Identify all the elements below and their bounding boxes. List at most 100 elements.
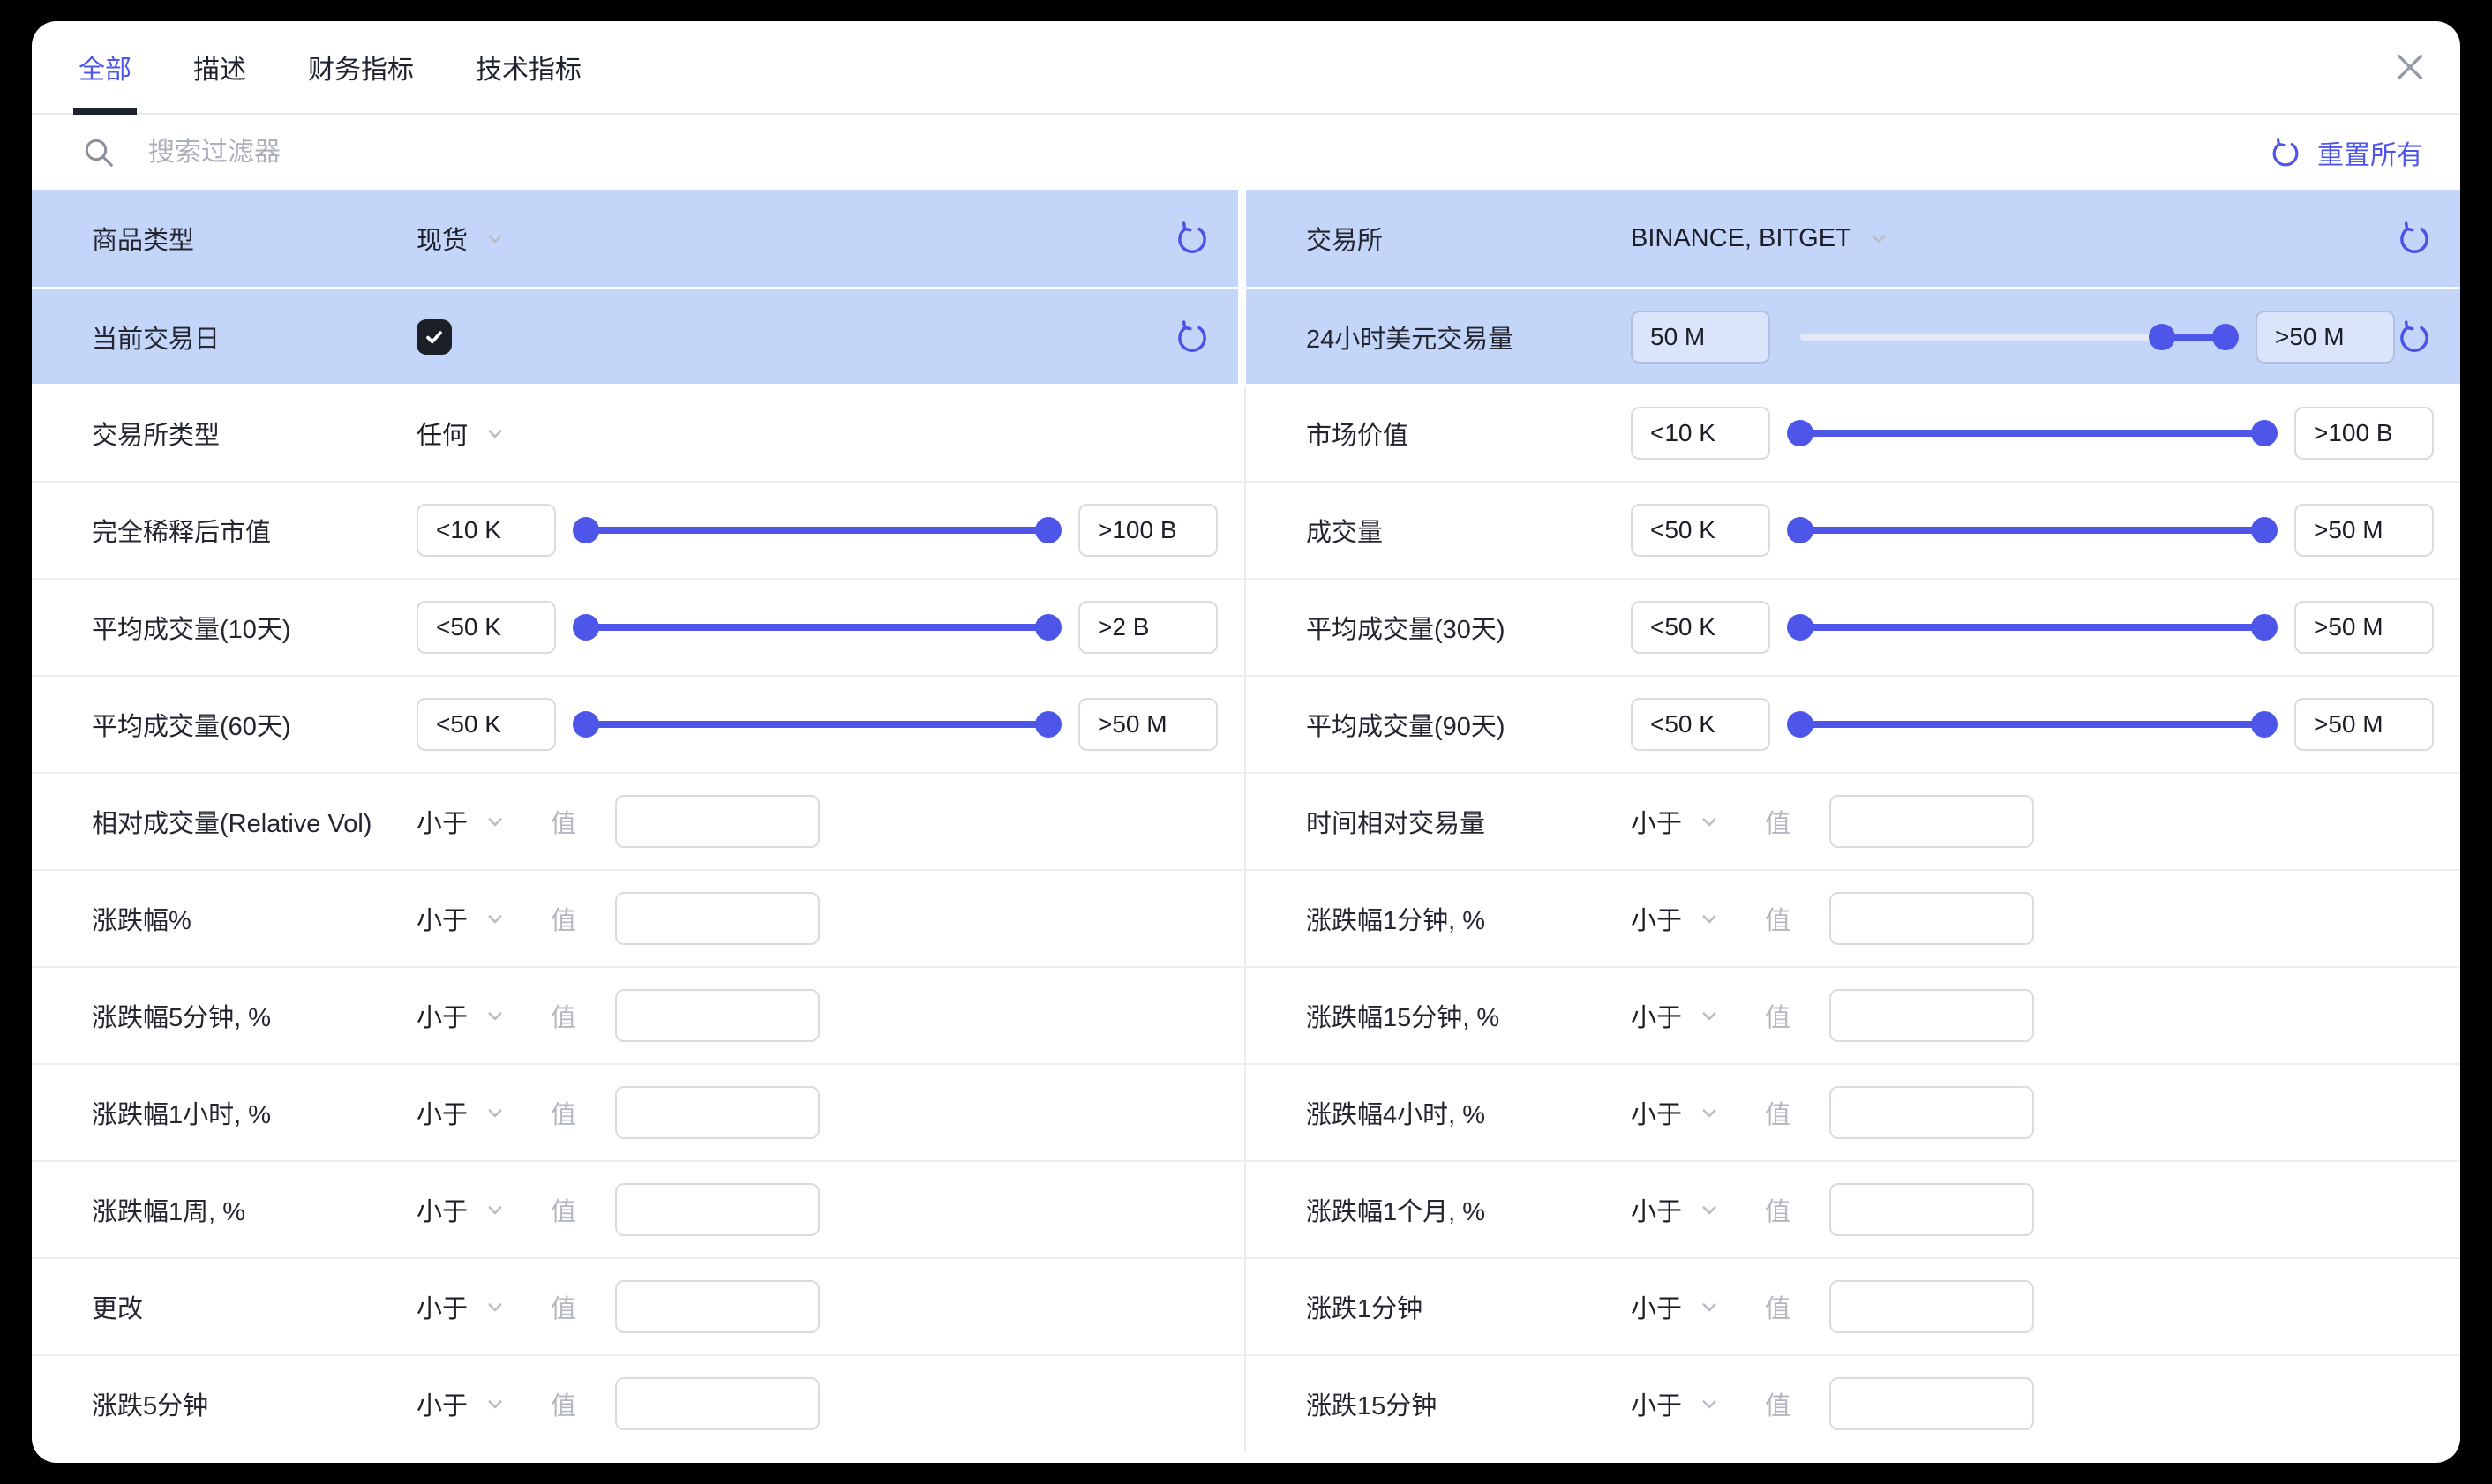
range-slider[interactable] — [586, 601, 1048, 654]
operator-value: 小于 — [1631, 900, 1682, 937]
chevron-down-icon — [482, 420, 508, 446]
range-max-value[interactable]: >50 M — [2294, 601, 2434, 654]
reset-icon — [2395, 219, 2434, 258]
range-max-value[interactable]: >50 M — [2294, 698, 2434, 751]
filter-row: 涨跌5分钟小于值涨跌15分钟小于值 — [32, 1354, 2460, 1451]
slider-handle-min[interactable] — [573, 517, 599, 543]
slider-handle-min[interactable] — [1787, 711, 1813, 738]
range-min-value[interactable]: <50 K — [417, 601, 556, 654]
slider-handle-max[interactable] — [2212, 324, 2239, 350]
slider-handle-max[interactable] — [2251, 614, 2278, 641]
value-label: 值 — [1765, 900, 1790, 937]
range-min-value[interactable]: <10 K — [417, 504, 556, 557]
slider-handle-min[interactable] — [1787, 420, 1813, 446]
range-min-value[interactable]: <50 K — [1631, 698, 1770, 751]
filter-row: 相对成交量(Relative Vol)小于值时间相对交易量小于值 — [32, 772, 2460, 869]
value-input[interactable] — [1829, 1183, 2034, 1236]
value-input[interactable] — [615, 1280, 820, 1333]
operator-value: 小于 — [1631, 1191, 1682, 1228]
slider-handle-max[interactable] — [1035, 517, 1062, 543]
search-row: 重置所有 — [32, 115, 2460, 190]
slider-handle-max[interactable] — [2251, 420, 2278, 446]
slider-handle-min[interactable] — [1787, 517, 1813, 543]
value-input[interactable] — [1829, 989, 2034, 1042]
range-max-value[interactable]: >50 M — [2256, 311, 2395, 364]
checkbox[interactable] — [417, 319, 452, 355]
search-input[interactable] — [146, 137, 2268, 169]
value-input[interactable] — [615, 892, 820, 945]
operator-dropdown[interactable]: 小于 — [1631, 1094, 1723, 1131]
reset-filter-button[interactable] — [1173, 219, 1212, 258]
operator-dropdown[interactable]: 小于 — [1631, 900, 1723, 937]
range-slider[interactable] — [1800, 311, 2226, 364]
value-input[interactable] — [615, 1377, 820, 1430]
slider-handle-min[interactable] — [573, 711, 599, 738]
range-slider[interactable] — [1800, 407, 2264, 460]
dropdown-value: 现货 — [417, 220, 468, 257]
filter-cell-left: 更改小于值 — [32, 1259, 1246, 1354]
slider-handle-max[interactable] — [1035, 711, 1062, 738]
range-min-value[interactable]: <50 K — [417, 698, 556, 751]
range-min-value[interactable]: <50 K — [1631, 601, 1770, 654]
reset-filter-button[interactable] — [1173, 318, 1212, 356]
value-input[interactable] — [615, 795, 820, 848]
slider-handle-min[interactable] — [573, 614, 599, 641]
value-input[interactable] — [615, 989, 820, 1042]
value-label: 值 — [551, 803, 576, 840]
range-slider[interactable] — [586, 698, 1048, 751]
chevron-down-icon — [1696, 1293, 1723, 1320]
filter-grid: 商品类型现货交易所BINANCE, BITGET当前交易日24小时美元交易量50… — [32, 190, 2460, 1463]
value-input[interactable] — [1829, 795, 2034, 848]
close-button[interactable] — [2386, 43, 2434, 91]
operator-dropdown[interactable]: 小于 — [417, 1385, 508, 1422]
slider-handle-max[interactable] — [1035, 614, 1062, 641]
value-input[interactable] — [1829, 1280, 2034, 1333]
operator-dropdown[interactable]: 小于 — [417, 1191, 508, 1228]
operator-dropdown[interactable]: 小于 — [417, 997, 508, 1034]
value-input[interactable] — [615, 1183, 820, 1236]
range-max-value[interactable]: >50 M — [1078, 698, 1218, 751]
operator-value: 小于 — [1631, 1094, 1682, 1131]
range-max-value[interactable]: >100 B — [1078, 504, 1218, 557]
operator-dropdown[interactable]: 小于 — [1631, 1288, 1723, 1325]
value-input[interactable] — [1829, 1377, 2034, 1430]
slider-handle-min[interactable] — [1787, 614, 1813, 641]
operator-dropdown[interactable]: 小于 — [1631, 1191, 1723, 1228]
reset-all-button[interactable]: 重置所有 — [2268, 133, 2423, 172]
slider-handle-min[interactable] — [2149, 324, 2175, 350]
reset-filter-button[interactable] — [2395, 318, 2434, 356]
range-max-value[interactable]: >50 M — [2294, 504, 2434, 557]
dropdown[interactable]: 现货 — [417, 220, 508, 257]
dropdown[interactable]: 任何 — [417, 415, 508, 452]
range-min-value[interactable]: <50 K — [1631, 504, 1770, 557]
range-min-value[interactable]: 50 M — [1631, 311, 1770, 364]
range-max-value[interactable]: >100 B — [2294, 407, 2434, 460]
range-max-value[interactable]: >2 B — [1078, 601, 1218, 654]
operator-dropdown[interactable]: 小于 — [417, 803, 508, 840]
operator-dropdown[interactable]: 小于 — [1631, 1385, 1723, 1422]
tab-technical-indicators[interactable]: 技术指标 — [470, 21, 587, 113]
value-input[interactable] — [1829, 892, 2034, 945]
range-slider[interactable] — [1800, 504, 2264, 557]
range-slider[interactable] — [586, 504, 1048, 557]
slider-handle-max[interactable] — [2251, 711, 2278, 738]
range-slider[interactable] — [1800, 698, 2264, 751]
value-input[interactable] — [615, 1086, 820, 1139]
operator-dropdown[interactable]: 小于 — [417, 900, 508, 937]
range-min-value[interactable]: <10 K — [1631, 407, 1770, 460]
tab-financial-indicators[interactable]: 财务指标 — [303, 21, 419, 113]
value-label: 值 — [551, 1094, 576, 1131]
operator-dropdown[interactable]: 小于 — [417, 1288, 508, 1325]
value-label: 值 — [551, 997, 576, 1034]
range-slider[interactable] — [1800, 601, 2264, 654]
tab-description[interactable]: 描述 — [188, 21, 251, 113]
operator-dropdown[interactable]: 小于 — [417, 1094, 508, 1131]
tab-all[interactable]: 全部 — [73, 21, 137, 113]
value-input[interactable] — [1829, 1086, 2034, 1139]
operator-dropdown[interactable]: 小于 — [1631, 803, 1723, 840]
dropdown[interactable]: BINANCE, BITGET — [1631, 224, 1892, 253]
filter-label: 交易所 — [1306, 220, 1631, 257]
reset-filter-button[interactable] — [2395, 219, 2434, 258]
slider-handle-max[interactable] — [2251, 517, 2278, 543]
operator-dropdown[interactable]: 小于 — [1631, 997, 1723, 1034]
